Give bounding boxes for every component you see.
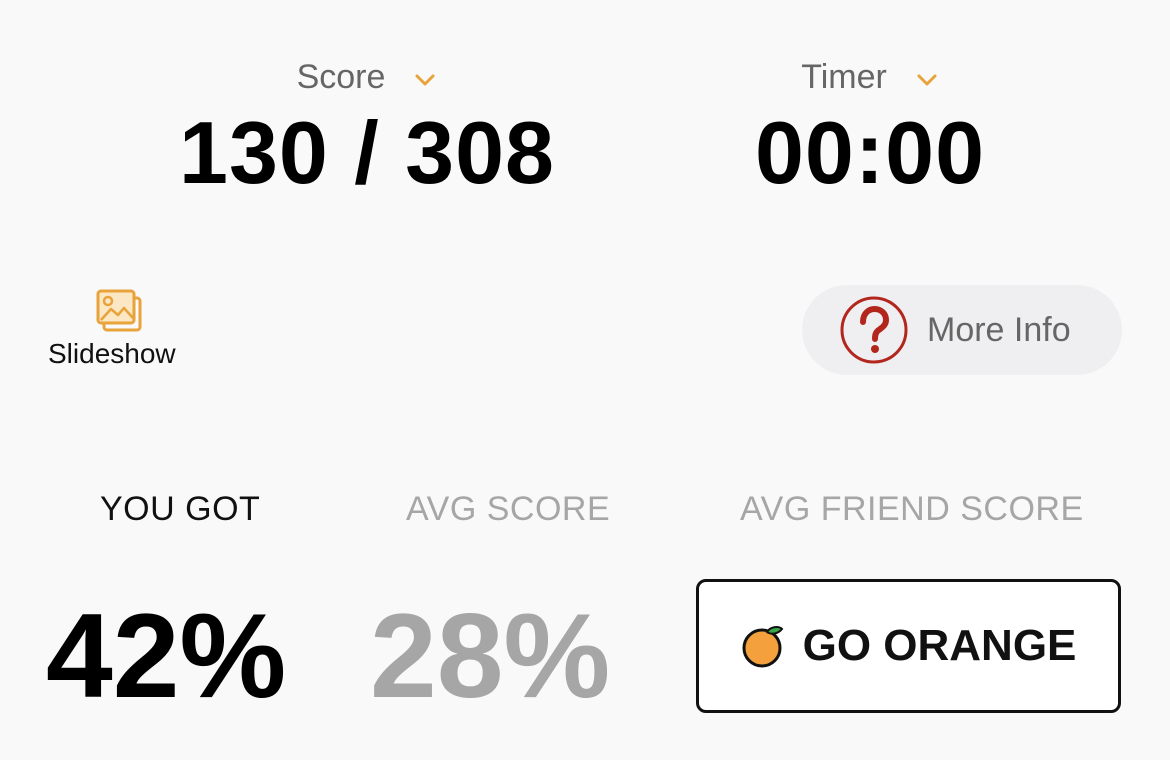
timer-label: Timer [801, 58, 887, 96]
you-got-value: 42% [46, 589, 287, 723]
timer-dropdown[interactable]: Timer [620, 58, 1120, 97]
more-info-label: More Info [927, 310, 1071, 349]
slideshow-button[interactable]: Slideshow [48, 286, 198, 376]
image-stack-icon [96, 289, 142, 332]
avg-friend-score-label: AVG FRIEND SCORE [740, 490, 1084, 528]
slideshow-label: Slideshow [48, 338, 176, 369]
avg-score-value: 28% [370, 589, 611, 723]
timer-value: 00:00 [754, 103, 986, 202]
go-orange-label: GO ORANGE [802, 621, 1077, 670]
you-got-label: YOU GOT [100, 490, 261, 528]
chevron-down-icon [917, 74, 937, 85]
orange-fruit-icon [742, 626, 783, 668]
timer-block: Timer 00:00 [620, 58, 1120, 197]
score-label: Score [296, 58, 386, 96]
more-info-button[interactable]: More Info [802, 285, 1122, 375]
chevron-down-icon [415, 74, 435, 85]
question-circle-icon [840, 296, 908, 364]
go-orange-button[interactable]: GO ORANGE [696, 579, 1121, 713]
avg-score-label: AVG SCORE [406, 490, 611, 528]
